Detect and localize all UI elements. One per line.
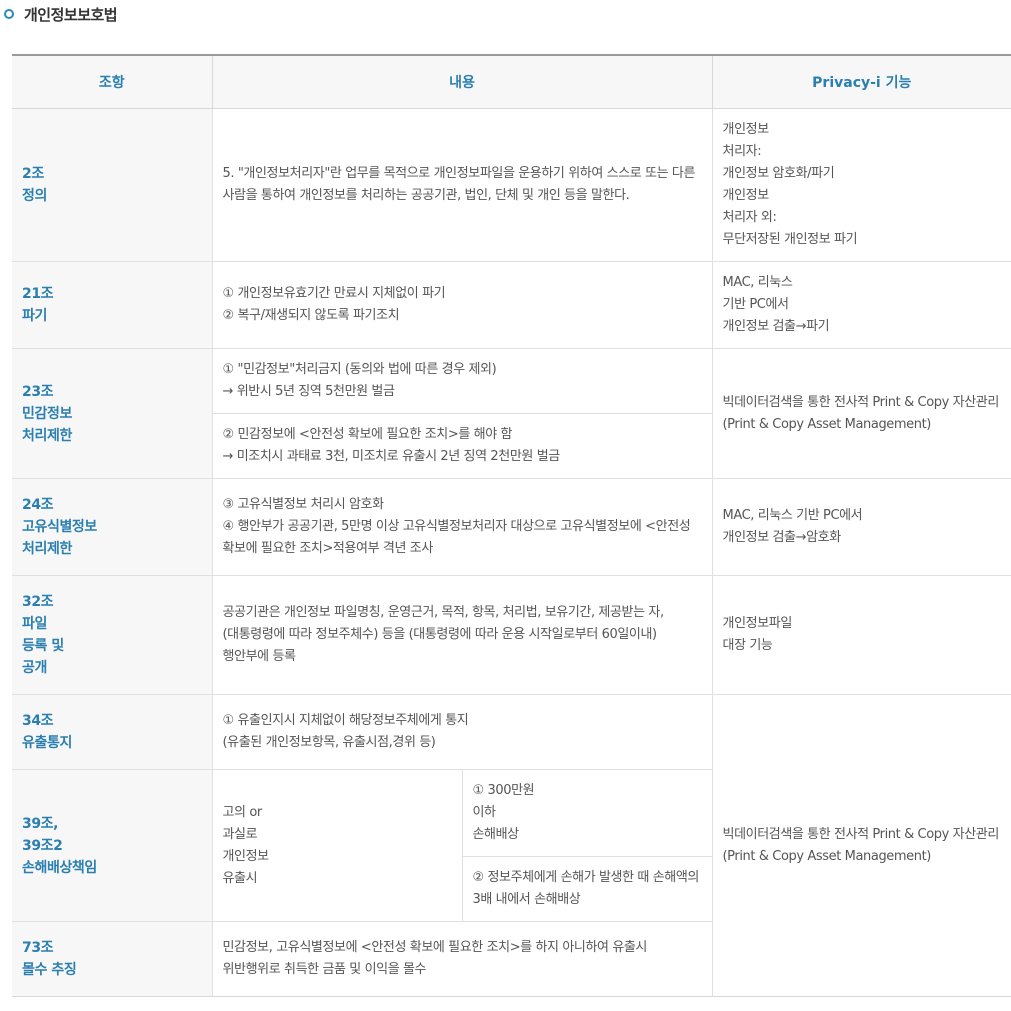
column-header-article: 조항 — [12, 55, 212, 109]
table-row: 34조 유출통지 ① 유출인지시 지체없이 해당정보주체에게 통지 (유출된 개… — [12, 694, 1011, 997]
article-cell: 2조 정의 — [12, 108, 212, 262]
content-cell: ② 민감정보에 <안전성 확보에 필요한 조치>를 해야 함 → 미조치시 과태… — [211, 413, 713, 479]
feature-cell: 빅데이터검색을 통한 전사적 Print & Copy 자산관리 (Print … — [711, 348, 1011, 479]
circle-bullet-icon — [4, 9, 14, 19]
feature-cell: MAC, 리눅스 기반 PC에서 개인정보 검출→암호화 — [711, 478, 1011, 576]
article-cell: 23조 민감정보 처리제한 — [12, 348, 212, 479]
content-cell: ① "민감정보"처리금지 (동의와 법에 따른 경우 제외) → 위반시 5년 … — [211, 348, 713, 414]
law-table: 조항 내용 Privacy-i 기능 2조 정의 5. "개인정보처리자"란 업… — [12, 54, 1011, 997]
column-header-feature: Privacy-i 기능 — [711, 55, 1011, 109]
table-row: 32조 파일 등록 및 공개 공공기관은 개인정보 파일명칭, 운영근거, 목적… — [12, 575, 1011, 695]
content-cell: 5. "개인정보처리자"란 업무를 목적으로 개인정보파일을 운용하기 위하여 … — [211, 108, 713, 262]
feature-cell-shared: 빅데이터검색을 통한 전사적 Print & Copy 자산관리 (Print … — [711, 694, 1011, 997]
content-cell: ① 유출인지시 지체없이 해당정보주체에게 통지 (유출된 개인정보항목, 유출… — [211, 694, 713, 770]
article-cell: 21조 파기 — [12, 261, 212, 349]
article-cell: 73조 몰수 추징 — [12, 921, 212, 997]
content-cell: ③ 고유식별정보 처리시 암호화 ④ 행안부가 공공기관, 5만명 이상 고유식… — [211, 478, 713, 576]
content-cell: 민감정보, 고유식별정보에 <안전성 확보에 필요한 조치>를 하지 아니하여 … — [211, 921, 713, 997]
table-row: 2조 정의 5. "개인정보처리자"란 업무를 목적으로 개인정보파일을 운용하… — [12, 108, 1011, 262]
table-row: 24조 고유식별정보 처리제한 ③ 고유식별정보 처리시 암호화 ④ 행안부가 … — [12, 478, 1011, 576]
article-cell: 32조 파일 등록 및 공개 — [12, 575, 212, 695]
column-header-content: 내용 — [211, 55, 713, 109]
table-row: 21조 파기 ① 개인정보유효기간 만료시 지체없이 파기 ② 복구/재생되지 … — [12, 261, 1011, 349]
article-cell: 34조 유출통지 — [12, 694, 212, 770]
content-cell-condition: 고의 or 과실로 개인정보 유출시 — [211, 769, 462, 922]
article-cell: 24조 고유식별정보 처리제한 — [12, 478, 212, 576]
content-cell: ① 개인정보유효기간 만료시 지체없이 파기 ② 복구/재생되지 않도록 파기조… — [211, 261, 713, 349]
content-cell-damage-b: ② 정보주체에게 손해가 발생한 때 손해액의 3배 내에서 손해배상 — [461, 856, 713, 922]
table-row: 23조 민감정보 처리제한 ① "민감정보"처리금지 (동의와 법에 따른 경우… — [12, 348, 1011, 479]
content-cell: 공공기관은 개인정보 파일명칭, 운영근거, 목적, 항목, 처리법, 보유기간… — [211, 575, 713, 695]
feature-cell: 개인정보파일 대장 기능 — [711, 575, 1011, 695]
table-header-row: 조항 내용 Privacy-i 기능 — [12, 55, 1011, 109]
page-heading: 개인정보보호법 — [4, 0, 118, 28]
article-cell: 39조, 39조2 손해배상책임 — [12, 769, 212, 922]
feature-cell: 개인정보 처리자: 개인정보 암호화/파기 개인정보 처리자 외: 무단저장된 … — [711, 108, 1011, 262]
content-cell-damage-a: ① 300만원 이하 손해배상 — [461, 769, 713, 857]
page-title: 개인정보보호법 — [24, 5, 118, 24]
feature-cell: MAC, 리눅스 기반 PC에서 개인정보 검출→파기 — [711, 261, 1011, 349]
